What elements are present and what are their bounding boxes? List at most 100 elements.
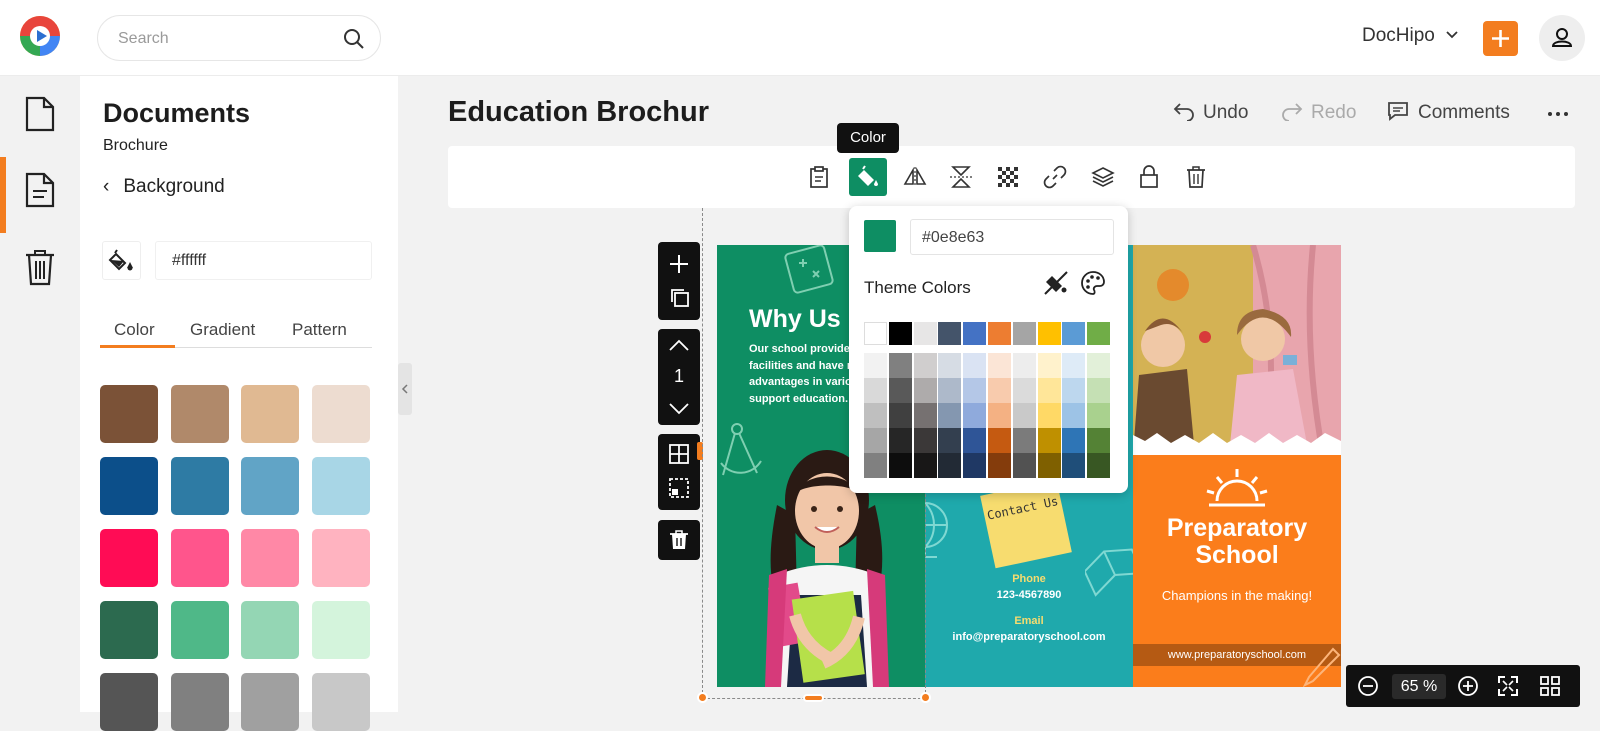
email-label[interactable]: Email xyxy=(925,614,1133,628)
add-page-icon[interactable] xyxy=(669,254,689,274)
shade-color-cell[interactable] xyxy=(1087,403,1111,428)
chevron-down-icon[interactable] xyxy=(1446,30,1458,40)
documents-icon[interactable] xyxy=(24,172,56,208)
current-color-swatch[interactable] xyxy=(864,220,896,252)
shade-color-cell[interactable] xyxy=(963,428,987,453)
shade-color-cell[interactable] xyxy=(963,403,987,428)
grid-layout-icon[interactable] xyxy=(669,444,689,464)
shade-color-cell[interactable] xyxy=(1037,403,1061,428)
theme-color-cell[interactable] xyxy=(913,322,937,345)
shade-color-cell[interactable] xyxy=(1012,453,1036,478)
shade-color-cell[interactable] xyxy=(1037,453,1061,478)
color-swatch[interactable] xyxy=(241,529,299,587)
shade-color-cell[interactable] xyxy=(888,403,912,428)
color-swatch[interactable] xyxy=(100,673,158,731)
theme-color-cell[interactable] xyxy=(1062,322,1086,345)
app-logo[interactable] xyxy=(18,14,62,58)
email-address[interactable]: info@preparatoryschool.com xyxy=(925,630,1133,644)
shade-color-cell[interactable] xyxy=(888,378,912,403)
shade-color-cell[interactable] xyxy=(864,428,887,453)
shade-color-cell[interactable] xyxy=(938,453,962,478)
shade-color-cell[interactable] xyxy=(888,353,912,378)
shade-color-cell[interactable] xyxy=(1037,353,1061,378)
duplicate-page-icon[interactable] xyxy=(670,288,690,308)
shade-color-cell[interactable] xyxy=(1062,453,1086,478)
link-icon[interactable] xyxy=(1036,158,1074,196)
shade-color-cell[interactable] xyxy=(938,428,962,453)
search-input[interactable]: Search xyxy=(97,15,381,61)
color-swatch[interactable] xyxy=(311,673,370,731)
theme-color-cell[interactable] xyxy=(1087,322,1111,345)
tab-pattern[interactable]: Pattern xyxy=(292,320,347,340)
flip-horizontal-icon[interactable] xyxy=(896,158,934,196)
shade-color-cell[interactable] xyxy=(938,403,962,428)
hex-color-input[interactable]: #ffffff xyxy=(155,241,372,280)
color-swatch[interactable] xyxy=(170,457,229,515)
redo-button[interactable]: Redo xyxy=(1281,101,1356,124)
resize-handle-bottom[interactable] xyxy=(803,694,824,702)
shade-color-cell[interactable] xyxy=(864,403,887,428)
palette-icon[interactable] xyxy=(1080,270,1106,296)
delete-icon[interactable] xyxy=(1177,158,1215,196)
color-swatch[interactable] xyxy=(100,529,158,587)
color-button[interactable] xyxy=(849,158,887,196)
theme-color-cell[interactable] xyxy=(1037,322,1061,345)
shade-color-cell[interactable] xyxy=(988,353,1011,378)
layers-icon[interactable] xyxy=(1084,158,1122,196)
document-title[interactable]: Education Brochure xyxy=(448,96,710,129)
shade-color-cell[interactable] xyxy=(864,453,887,478)
zoom-level[interactable]: 65 % xyxy=(1392,674,1446,699)
shade-color-cell[interactable] xyxy=(913,378,937,403)
chevron-up-icon[interactable] xyxy=(669,339,689,351)
chevron-down-icon[interactable] xyxy=(669,403,689,415)
color-swatch[interactable] xyxy=(241,457,299,515)
resize-handle-bottom-left[interactable] xyxy=(697,692,708,703)
theme-color-cell[interactable] xyxy=(988,322,1011,345)
theme-color-cell[interactable] xyxy=(864,322,887,345)
lock-icon[interactable] xyxy=(1130,158,1168,196)
theme-color-cell[interactable] xyxy=(1012,322,1036,345)
shade-color-cell[interactable] xyxy=(913,353,937,378)
comments-button[interactable]: Comments xyxy=(1387,101,1510,124)
color-swatch[interactable] xyxy=(170,601,229,659)
shade-color-cell[interactable] xyxy=(1062,428,1086,453)
shade-color-cell[interactable] xyxy=(963,378,987,403)
undo-button[interactable]: Undo xyxy=(1173,101,1248,124)
color-swatch[interactable] xyxy=(241,601,299,659)
color-swatch[interactable] xyxy=(311,457,370,515)
shade-color-cell[interactable] xyxy=(1062,378,1086,403)
color-swatch[interactable] xyxy=(170,385,229,443)
fit-screen-icon[interactable] xyxy=(1497,675,1519,697)
document-icon[interactable] xyxy=(24,96,56,132)
shade-color-cell[interactable] xyxy=(1012,428,1036,453)
shade-color-cell[interactable] xyxy=(888,428,912,453)
shade-color-cell[interactable] xyxy=(1012,378,1036,403)
color-swatch[interactable] xyxy=(170,529,229,587)
color-swatch[interactable] xyxy=(100,385,158,443)
clear-color-icon[interactable] xyxy=(1043,270,1069,296)
why-us-heading[interactable]: Why Us xyxy=(749,305,841,334)
shade-color-cell[interactable] xyxy=(938,353,962,378)
search-icon[interactable] xyxy=(342,27,366,51)
brochure-panel-3[interactable]: Preparatory School Champions in the maki… xyxy=(1133,245,1341,687)
trash-icon[interactable] xyxy=(669,530,689,550)
shade-color-cell[interactable] xyxy=(1012,353,1036,378)
shade-color-cell[interactable] xyxy=(1087,428,1111,453)
shade-color-cell[interactable] xyxy=(1087,353,1111,378)
school-tagline[interactable]: Champions in the making! xyxy=(1133,587,1341,604)
shade-color-cell[interactable] xyxy=(1062,353,1086,378)
theme-color-cell[interactable] xyxy=(888,322,912,345)
tab-gradient[interactable]: Gradient xyxy=(190,320,255,340)
shade-color-cell[interactable] xyxy=(988,378,1011,403)
color-swatch[interactable] xyxy=(170,673,229,731)
workspace-name[interactable]: DocHipo xyxy=(1362,25,1435,47)
shade-color-cell[interactable] xyxy=(1037,428,1061,453)
shade-color-cell[interactable] xyxy=(864,378,887,403)
collapse-panel-button[interactable] xyxy=(398,363,412,415)
shade-color-cell[interactable] xyxy=(938,378,962,403)
shade-color-cell[interactable] xyxy=(963,453,987,478)
resize-handle-bottom-right[interactable] xyxy=(920,692,931,703)
shade-color-cell[interactable] xyxy=(864,353,887,378)
color-swatch[interactable] xyxy=(241,385,299,443)
shade-color-cell[interactable] xyxy=(913,428,937,453)
